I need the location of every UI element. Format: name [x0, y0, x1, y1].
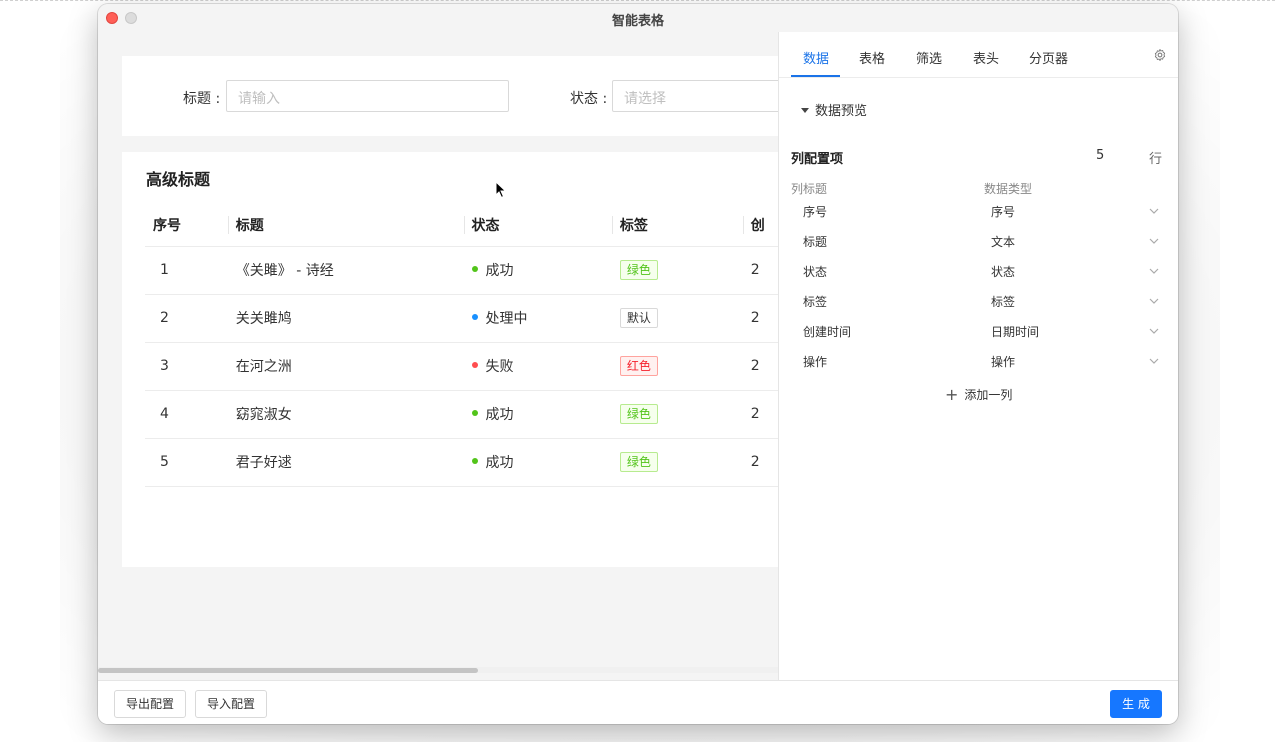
table-header-row: 序号 标题 状态 标签 创: [145, 204, 802, 247]
title-bar: 智能表格: [98, 4, 1178, 32]
column-header: 序号: [145, 204, 228, 247]
table-row[interactable]: 2 关关雎鸠 处理中 默认 2: [145, 294, 802, 343]
export-config-button[interactable]: 导出配置: [114, 690, 187, 718]
row-tag: 绿色: [611, 246, 743, 295]
column-config-row[interactable]: 创建时间 日期时间: [779, 317, 1178, 347]
chevron-down-icon[interactable]: [1149, 206, 1159, 216]
column-config-row[interactable]: 操作 操作: [779, 347, 1178, 377]
tab-header[interactable]: 表头: [973, 48, 999, 67]
row-status: 失败: [463, 342, 612, 391]
column-config-name[interactable]: 标题: [803, 233, 827, 250]
chevron-down-icon[interactable]: [1149, 326, 1159, 336]
chevron-down-icon[interactable]: [1149, 266, 1159, 276]
row-status: 成功: [463, 246, 612, 295]
row-title: 关关雎鸠: [227, 294, 464, 343]
column-config-name[interactable]: 状态: [803, 263, 827, 280]
column-title-header: 列标题: [791, 182, 828, 196]
column-config-row[interactable]: 序号 序号: [779, 197, 1178, 227]
gear-icon[interactable]: [1153, 48, 1167, 62]
column-type-select[interactable]: 文本: [991, 233, 1015, 250]
status-dot: [471, 410, 478, 416]
row-tag: 默认: [611, 294, 743, 343]
column-header: 标签: [611, 204, 743, 247]
status-dot: [471, 314, 478, 320]
row-index: 5: [145, 438, 228, 487]
column-header: 标题: [227, 204, 464, 247]
row-index: 4: [145, 390, 228, 439]
import-config-button[interactable]: 导入配置: [195, 690, 268, 718]
scrollbar-thumb[interactable]: [98, 668, 478, 673]
tag-badge: 绿色: [619, 260, 658, 280]
row-index: 2: [145, 294, 228, 343]
row-title: 窈窕淑女: [227, 390, 464, 439]
data-preview-toggle[interactable]: 数据预览: [801, 100, 867, 119]
title-filter-label: 标题 :: [183, 91, 221, 107]
row-tag: 绿色: [611, 390, 743, 439]
tag-badge: 默认: [619, 308, 658, 328]
chevron-down-icon[interactable]: [1149, 236, 1159, 246]
column-config-name[interactable]: 创建时间: [803, 323, 851, 340]
table-row[interactable]: 1 《关雎》 - 诗经 成功 绿色 2: [145, 246, 802, 295]
column-type-select[interactable]: 标签: [991, 293, 1015, 310]
tab-table[interactable]: 表格: [859, 48, 885, 67]
row-title: 君子好逑: [227, 438, 464, 487]
row-status: 成功: [463, 390, 612, 439]
app-window: 智能表格 标题 : 请输入 状态 : 请选择 高级标题 序号 标题 状态 标签 …: [98, 4, 1178, 724]
tab-filter[interactable]: 筛选: [916, 48, 942, 67]
plus-icon: +: [945, 385, 959, 404]
footer-bar: 导出配置 导入配置 生 成: [98, 680, 1178, 724]
row-status: 成功: [463, 438, 612, 487]
tab-data[interactable]: 数据: [803, 48, 829, 67]
tag-badge: 绿色: [619, 404, 658, 424]
table-card: 高级标题 序号 标题 状态 标签 创 1 《关雎》 - 诗经 成功 绿色 2 2 关关雎鸠处…: [122, 152, 802, 567]
table-card-title: 高级标题: [146, 170, 211, 189]
data-table: 序号 标题 状态 标签 创 1 《关雎》 - 诗经 成功 绿色 2 2 关关雎鸠 处理中 默认 2…: [145, 204, 802, 487]
caret-down-icon: [801, 108, 809, 113]
status-dot: [471, 362, 478, 368]
row-tag: 红色: [611, 342, 743, 391]
column-config-name[interactable]: 序号: [803, 203, 827, 220]
table-row[interactable]: 4 窈窕淑女 成功 绿色 2: [145, 390, 802, 439]
column-config-name[interactable]: 标签: [803, 293, 827, 310]
tag-badge: 红色: [619, 356, 658, 376]
tag-badge: 绿色: [619, 452, 658, 472]
status-filter-label: 状态 :: [570, 91, 608, 107]
horizontal-scrollbar[interactable]: [98, 667, 778, 673]
column-type-select[interactable]: 日期时间: [991, 323, 1039, 340]
window-title: 智能表格: [611, 14, 664, 29]
mouse-cursor-icon: [495, 181, 507, 199]
tab-pagination[interactable]: 分页器: [1029, 48, 1068, 67]
row-status: 处理中: [463, 294, 612, 343]
row-title: 《关雎》 - 诗经: [227, 246, 464, 295]
column-config-row[interactable]: 标签 标签: [779, 287, 1178, 317]
column-type-select[interactable]: 状态: [991, 263, 1015, 280]
config-tabs: 数据 表格 筛选 表头 分页器: [779, 32, 1178, 78]
column-count: 5: [1096, 148, 1105, 163]
filter-form: 标题 : 请输入 状态 : 请选择: [122, 56, 812, 136]
status-dot: [471, 266, 478, 272]
active-tab-indicator: [791, 75, 840, 77]
column-config-title: 列配置项: [791, 152, 844, 167]
generate-button[interactable]: 生 成: [1110, 690, 1162, 718]
column-type-select[interactable]: 操作: [991, 353, 1015, 370]
data-type-header: 数据类型: [984, 182, 1033, 196]
status-dot: [471, 458, 478, 464]
row-title: 在河之洲: [227, 342, 464, 391]
column-header: 状态: [463, 204, 612, 247]
row-index: 3: [145, 342, 228, 391]
column-count-unit: 行: [1149, 152, 1163, 167]
row-index: 1: [145, 246, 228, 295]
add-column-button[interactable]: + 添加一列: [945, 384, 1012, 404]
table-row[interactable]: 3 在河之洲 失败 红色 2: [145, 342, 802, 391]
column-config-name[interactable]: 操作: [803, 353, 827, 370]
config-panel: 数据 表格 筛选 表头 分页器 数据预览 列配置项 5 行 列标题 数据类型 序…: [778, 32, 1178, 680]
table-row[interactable]: 5 君子好逑 成功 绿色 2: [145, 438, 802, 487]
chevron-down-icon[interactable]: [1149, 356, 1159, 366]
row-tag: 绿色: [611, 438, 743, 487]
title-filter-input[interactable]: 请输入: [226, 80, 509, 112]
column-type-select[interactable]: 序号: [991, 203, 1015, 220]
column-config-row[interactable]: 状态 状态: [779, 257, 1178, 287]
chevron-down-icon[interactable]: [1149, 296, 1159, 306]
column-config-row[interactable]: 标题 文本: [779, 227, 1178, 257]
